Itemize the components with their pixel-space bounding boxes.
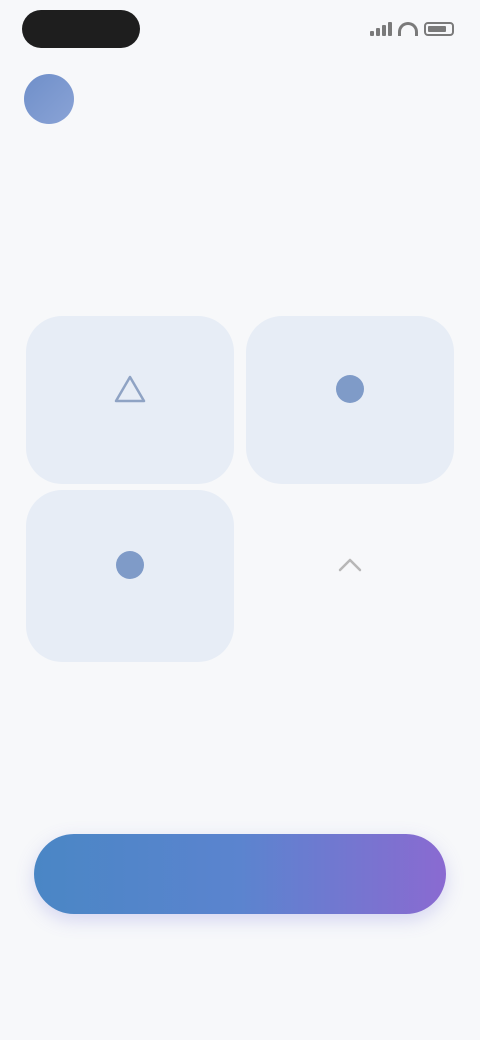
status-bar (0, 0, 480, 60)
profile-row[interactable] (24, 74, 88, 124)
option-card-3[interactable] (26, 490, 234, 662)
status-time (22, 10, 140, 48)
triangle-outline-icon (110, 369, 150, 409)
option-card-4[interactable] (246, 490, 454, 662)
status-icons (370, 20, 454, 38)
circle-icon (330, 369, 370, 409)
circle-icon (110, 545, 150, 585)
option-card-2[interactable] (246, 316, 454, 484)
wifi-icon (398, 22, 418, 36)
signal-icon (370, 22, 392, 36)
avatar[interactable] (24, 74, 74, 124)
chevron-up-icon (330, 545, 370, 585)
option-card-1[interactable] (26, 316, 234, 484)
continue-button[interactable] (34, 834, 446, 914)
battery-icon (424, 22, 454, 36)
